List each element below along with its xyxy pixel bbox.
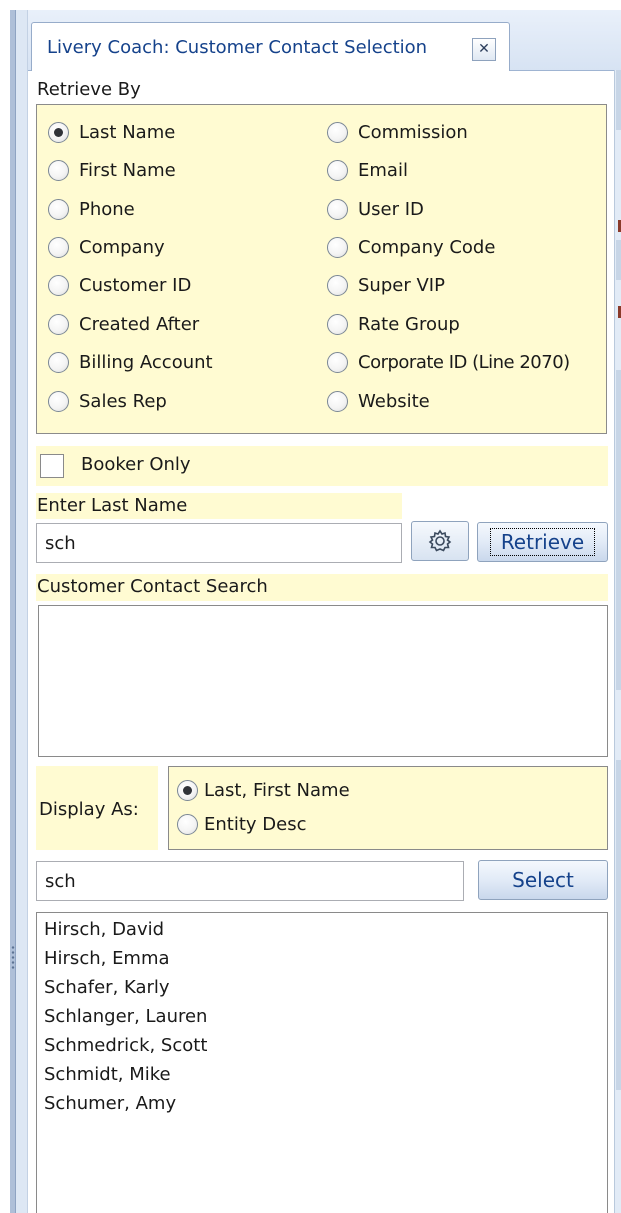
radio-rate-group[interactable]: Rate Group [327,311,460,337]
radio-super-vip[interactable]: Super VIP [327,272,445,298]
list-item[interactable]: Schlanger, Lauren [37,1002,607,1031]
retrieve-button-label: Retrieve [489,528,596,556]
radio-button-selected[interactable] [177,779,198,801]
radio-button[interactable] [48,159,69,181]
radio-button[interactable] [48,236,69,258]
tab-strip: Livery Coach: Customer Contact Selection… [28,10,621,72]
radio-label: Entity Desc [204,813,307,835]
right-strip-segment [616,240,621,280]
left-dock-strip [16,10,28,1213]
booker-only-checkbox[interactable] [40,454,64,478]
radio-label: Last Name [79,121,176,143]
radio-label: Company Code [358,236,496,258]
customer-contact-search-list[interactable] [38,605,608,757]
list-item[interactable]: Schmedrick, Scott [37,1031,607,1060]
radio-label: Company [79,236,165,258]
close-icon[interactable]: ✕ [472,38,496,61]
radio-button[interactable] [48,274,69,296]
select-button-label: Select [512,868,574,892]
radio-sales-rep[interactable]: Sales Rep [48,388,167,414]
radio-first-name[interactable]: First Name [48,157,176,183]
radio-entity-desc[interactable]: Entity Desc [177,811,306,837]
radio-label: Customer ID [79,274,192,296]
radio-label: Created After [79,313,200,335]
radio-email[interactable]: Email [327,157,408,183]
select-button[interactable]: Select [478,860,608,900]
radio-website[interactable]: Website [327,388,430,414]
radio-label: Last, First Name [204,779,350,801]
radio-billing-account[interactable]: Billing Account [48,349,213,375]
radio-button[interactable] [327,236,348,258]
radio-user-id[interactable]: User ID [327,196,424,222]
list-item[interactable]: Schafer, Karly [37,973,607,1002]
radio-label: Corporate ID (Line 2070) [358,351,570,373]
list-item[interactable]: Hirsch, Emma [37,944,607,973]
booker-only-label: Booker Only [81,454,191,475]
radio-created-after[interactable]: Created After [48,311,199,337]
filter-input[interactable] [37,862,463,900]
radio-button[interactable] [48,313,69,335]
radio-label: Commission [358,121,468,143]
right-strip-segment [616,760,621,1090]
radio-label: Sales Rep [79,390,167,412]
filter-input-wrapper [36,861,464,901]
settings-button[interactable] [411,521,469,561]
radio-button[interactable] [327,121,348,143]
enter-last-name-label-bar: Enter Last Name [36,493,402,519]
display-as-group: Last, First Name Entity Desc [168,766,608,850]
radio-corporate-id[interactable]: Corporate ID (Line 2070) [327,349,570,375]
retrieve-by-group: Last Name Commission First Name Email Ph… [36,104,607,434]
radio-button[interactable] [327,274,348,296]
enter-last-name-label: Enter Last Name [37,495,188,516]
customer-contact-selection-panel: Retrieve By Last Name Commission First N… [28,71,614,1213]
results-list[interactable]: Hirsch, David Hirsch, Emma Schafer, Karl… [36,912,608,1213]
radio-button[interactable] [48,390,69,412]
customer-contact-search-label-bar: Customer Contact Search [36,574,608,601]
radio-last-first-name[interactable]: Last, First Name [177,777,350,803]
radio-button[interactable] [48,351,69,373]
last-name-input[interactable] [37,524,401,562]
retrieve-button[interactable]: Retrieve [477,522,608,562]
tab-title: Livery Coach: Customer Contact Selection [47,37,428,58]
radio-customer-id[interactable]: Customer ID [48,272,191,298]
splitter-grip-handle[interactable] [11,945,15,971]
radio-commission[interactable]: Commission [327,119,468,145]
radio-label: First Name [79,159,176,181]
radio-button[interactable] [327,390,348,412]
radio-phone[interactable]: Phone [48,196,135,222]
gear-icon [428,529,452,552]
radio-label: Email [358,159,408,181]
radio-button[interactable] [327,313,348,335]
right-strip-segment [616,370,621,690]
list-item[interactable]: Schmidt, Mike [37,1060,607,1089]
radio-label: Website [358,390,430,412]
radio-last-name[interactable]: Last Name [48,119,175,145]
radio-button-selected[interactable] [48,121,69,143]
last-name-input-wrapper [36,523,402,563]
customer-contact-search-label: Customer Contact Search [37,576,268,597]
radio-company[interactable]: Company [48,234,165,260]
radio-label: Super VIP [358,274,445,296]
radio-label: Rate Group [358,313,460,335]
radio-button[interactable] [327,198,348,220]
list-item[interactable]: Schumer, Amy [37,1089,607,1118]
retrieve-by-label: Retrieve By [37,79,141,100]
list-item[interactable]: Hirsch, David [37,915,607,944]
booker-only-row: Booker Only [36,446,608,486]
radio-company-code[interactable]: Company Code [327,234,495,260]
tab-customer-contact-selection[interactable]: Livery Coach: Customer Contact Selection… [31,22,510,72]
radio-label: User ID [358,198,424,220]
display-as-label: Display As: [39,799,139,820]
radio-label: Billing Account [79,351,213,373]
radio-button[interactable] [48,198,69,220]
display-as-label-box: Display As: [36,766,158,850]
radio-button[interactable] [177,813,198,835]
radio-button[interactable] [327,159,348,181]
radio-button[interactable] [327,351,348,373]
radio-label: Phone [79,198,135,220]
right-dock-strip [614,70,621,1213]
right-strip-segment [616,70,621,130]
